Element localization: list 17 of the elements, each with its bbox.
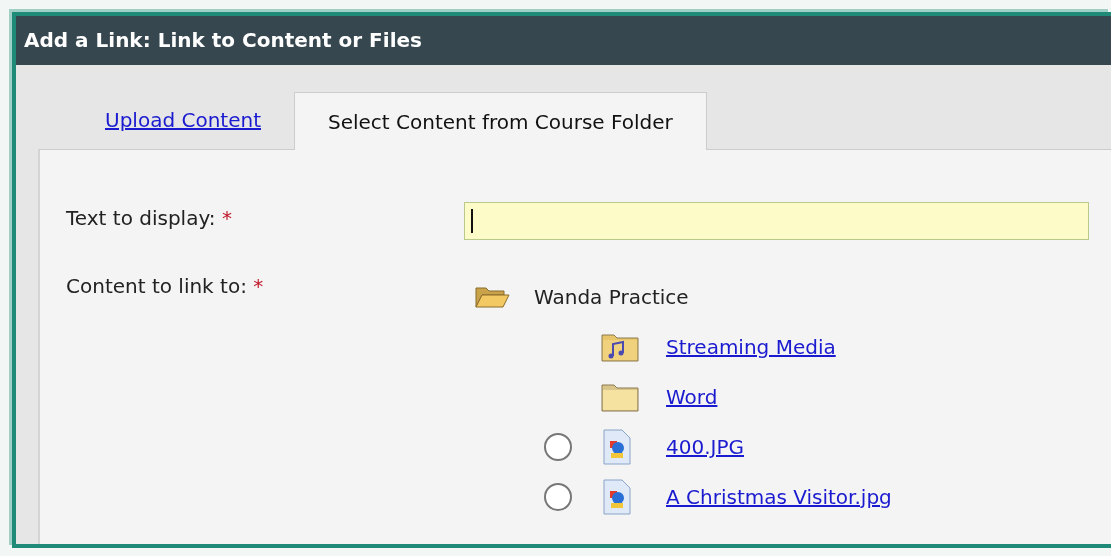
tab[interactable]: Select Content from Course Folder <box>294 92 707 150</box>
file-link[interactable]: 400.JPG <box>666 435 744 459</box>
folder-icon <box>601 382 639 412</box>
tab[interactable]: Upload Content <box>105 91 294 149</box>
input-field[interactable] <box>464 202 1089 240</box>
field-label: Content to link to: * <box>66 273 265 300</box>
file-link[interactable]: Streaming Media <box>666 335 836 359</box>
file-link[interactable]: Word <box>666 385 718 409</box>
music-folder-icon <box>601 332 639 362</box>
image-file-icon <box>601 479 633 515</box>
image-file-icon <box>601 429 633 465</box>
file-link[interactable]: A Christmas Visitor.jpg <box>666 485 892 509</box>
radio-button[interactable] <box>544 433 572 461</box>
radio-button[interactable] <box>544 483 572 511</box>
field-label: Text to display: * <box>66 205 233 232</box>
window-title: Add a Link: Link to Content or Files <box>16 16 1111 65</box>
tree-node-label: Wanda Practice <box>534 285 689 309</box>
